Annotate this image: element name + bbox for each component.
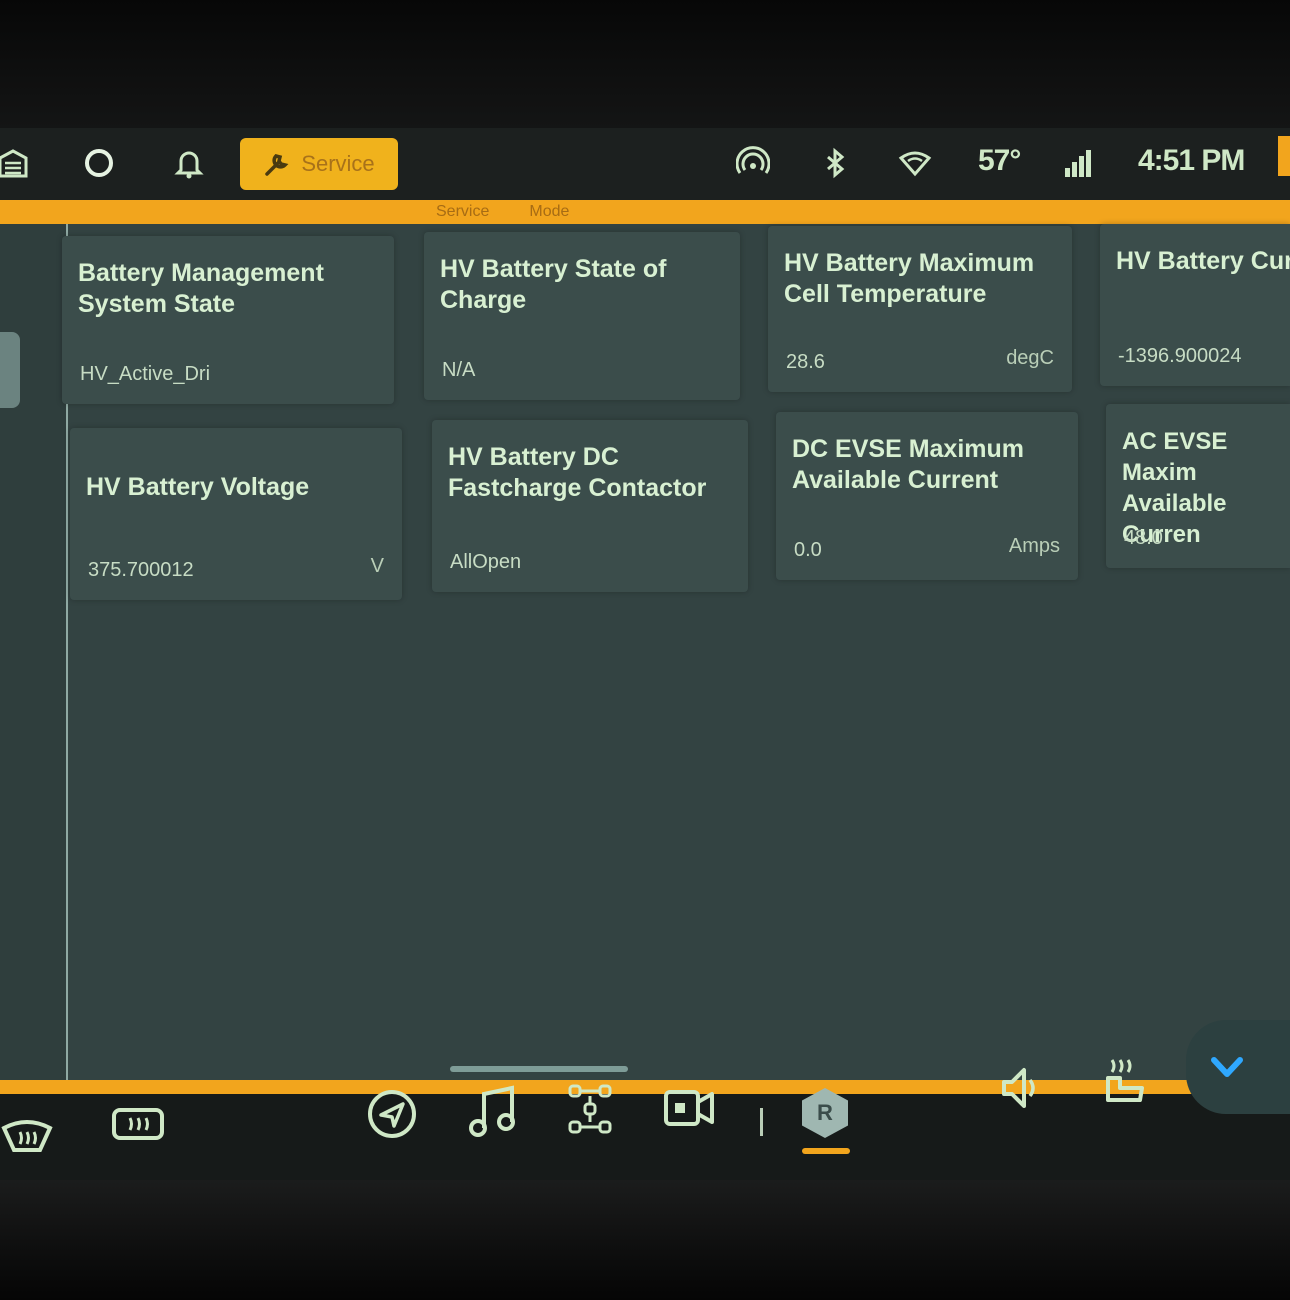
card-value: AllOpen bbox=[450, 551, 522, 573]
outside-temperature: 57° bbox=[978, 144, 1021, 177]
gear-indicator[interactable]: R bbox=[802, 1088, 848, 1138]
connectivity-icon bbox=[736, 146, 770, 180]
service-mode-band: Service Mode bbox=[0, 200, 1290, 224]
card-dc-evse-max-current[interactable]: DC EVSE Maximum Available Current 0.0 Am… bbox=[776, 412, 1078, 580]
infotainment-screen: Service 57° 4:51 PM Service Mode Battery… bbox=[0, 128, 1290, 1180]
mode-band-word-mode: Mode bbox=[529, 203, 570, 220]
left-rail bbox=[0, 224, 68, 1080]
card-title: HV Battery Maximum Cell Temperature bbox=[784, 249, 1035, 308]
bottom-bar: R bbox=[0, 1020, 1290, 1180]
bell-icon[interactable] bbox=[172, 146, 206, 180]
card-unit: V bbox=[370, 555, 384, 577]
service-button[interactable]: Service bbox=[240, 138, 398, 190]
card-value: 0.0 bbox=[794, 539, 822, 561]
bottom-accent-band bbox=[0, 1080, 1290, 1094]
card-title: HV Battery State of Charge bbox=[440, 255, 667, 314]
camera-icon[interactable] bbox=[662, 1086, 716, 1130]
rear-defrost-icon[interactable] bbox=[110, 1104, 166, 1148]
apps-icon[interactable] bbox=[566, 1082, 614, 1136]
status-bar: Service 57° 4:51 PM bbox=[0, 128, 1290, 200]
service-button-label: Service bbox=[301, 151, 375, 176]
card-bms-state[interactable]: Battery Management System State HV_Activ… bbox=[62, 236, 394, 404]
card-title: Battery Management System State bbox=[78, 259, 324, 318]
wrench-icon bbox=[265, 154, 289, 176]
card-unit: Amps bbox=[1008, 535, 1060, 557]
clock: 4:51 PM bbox=[1138, 144, 1245, 177]
card-value: 48.0 bbox=[1124, 527, 1163, 549]
wifi-icon bbox=[898, 146, 932, 180]
bluetooth-icon bbox=[818, 146, 852, 180]
chevron-down-icon bbox=[1211, 1057, 1243, 1077]
card-hv-soc[interactable]: HV Battery State of Charge N/A bbox=[424, 232, 740, 400]
card-hv-current[interactable]: HV Battery Curre -1396.900024 bbox=[1100, 224, 1290, 386]
card-value: HV_Active_Dri bbox=[80, 363, 211, 385]
card-hv-voltage[interactable]: HV Battery Voltage 375.700012 V bbox=[70, 428, 402, 600]
expand-drawer-button[interactable] bbox=[1186, 1020, 1290, 1114]
drawer-handle[interactable] bbox=[450, 1066, 628, 1072]
card-title: HV Battery Curre bbox=[1116, 247, 1290, 275]
bottom-divider bbox=[760, 1108, 763, 1136]
service-data-panel: Battery Management System State HV_Activ… bbox=[0, 224, 1290, 1080]
card-title: HV Battery Voltage bbox=[86, 473, 310, 501]
card-value: 28.6 bbox=[786, 351, 825, 373]
garage-icon[interactable] bbox=[0, 146, 30, 180]
card-title: DC EVSE Maximum Available Current bbox=[792, 435, 1025, 494]
heated-seat-icon[interactable] bbox=[1100, 1054, 1148, 1108]
front-defrost-icon[interactable] bbox=[0, 1114, 54, 1160]
gear-label: R bbox=[817, 1100, 833, 1125]
card-dc-fastcharge-contactor[interactable]: HV Battery DC Fastcharge Contactor AllOp… bbox=[432, 420, 748, 592]
music-icon[interactable] bbox=[466, 1084, 520, 1140]
mode-band-word-service: Service bbox=[436, 203, 490, 220]
edge-indicator bbox=[1278, 136, 1290, 176]
card-value: -1396.900024 bbox=[1118, 345, 1242, 367]
cellular-signal-icon bbox=[1062, 146, 1096, 180]
card-title: HV Battery DC Fastcharge Contactor bbox=[448, 443, 707, 502]
card-max-cell-temp[interactable]: HV Battery Maximum Cell Temperature 28.6… bbox=[768, 226, 1072, 392]
voice-assistant-icon[interactable] bbox=[82, 146, 116, 180]
volume-icon[interactable] bbox=[998, 1064, 1042, 1112]
card-unit: degC bbox=[1006, 347, 1054, 369]
bezel-bottom bbox=[0, 1180, 1290, 1300]
card-value: N/A bbox=[442, 359, 476, 381]
bezel-top bbox=[0, 0, 1290, 128]
gear-underline bbox=[802, 1148, 850, 1154]
card-ac-evse-max-current[interactable]: AC EVSE Maxim Available Curren 48.0 bbox=[1106, 404, 1290, 568]
card-value: 375.700012 bbox=[88, 559, 194, 581]
navigation-icon[interactable] bbox=[366, 1088, 418, 1140]
left-rail-tab[interactable] bbox=[0, 332, 20, 408]
